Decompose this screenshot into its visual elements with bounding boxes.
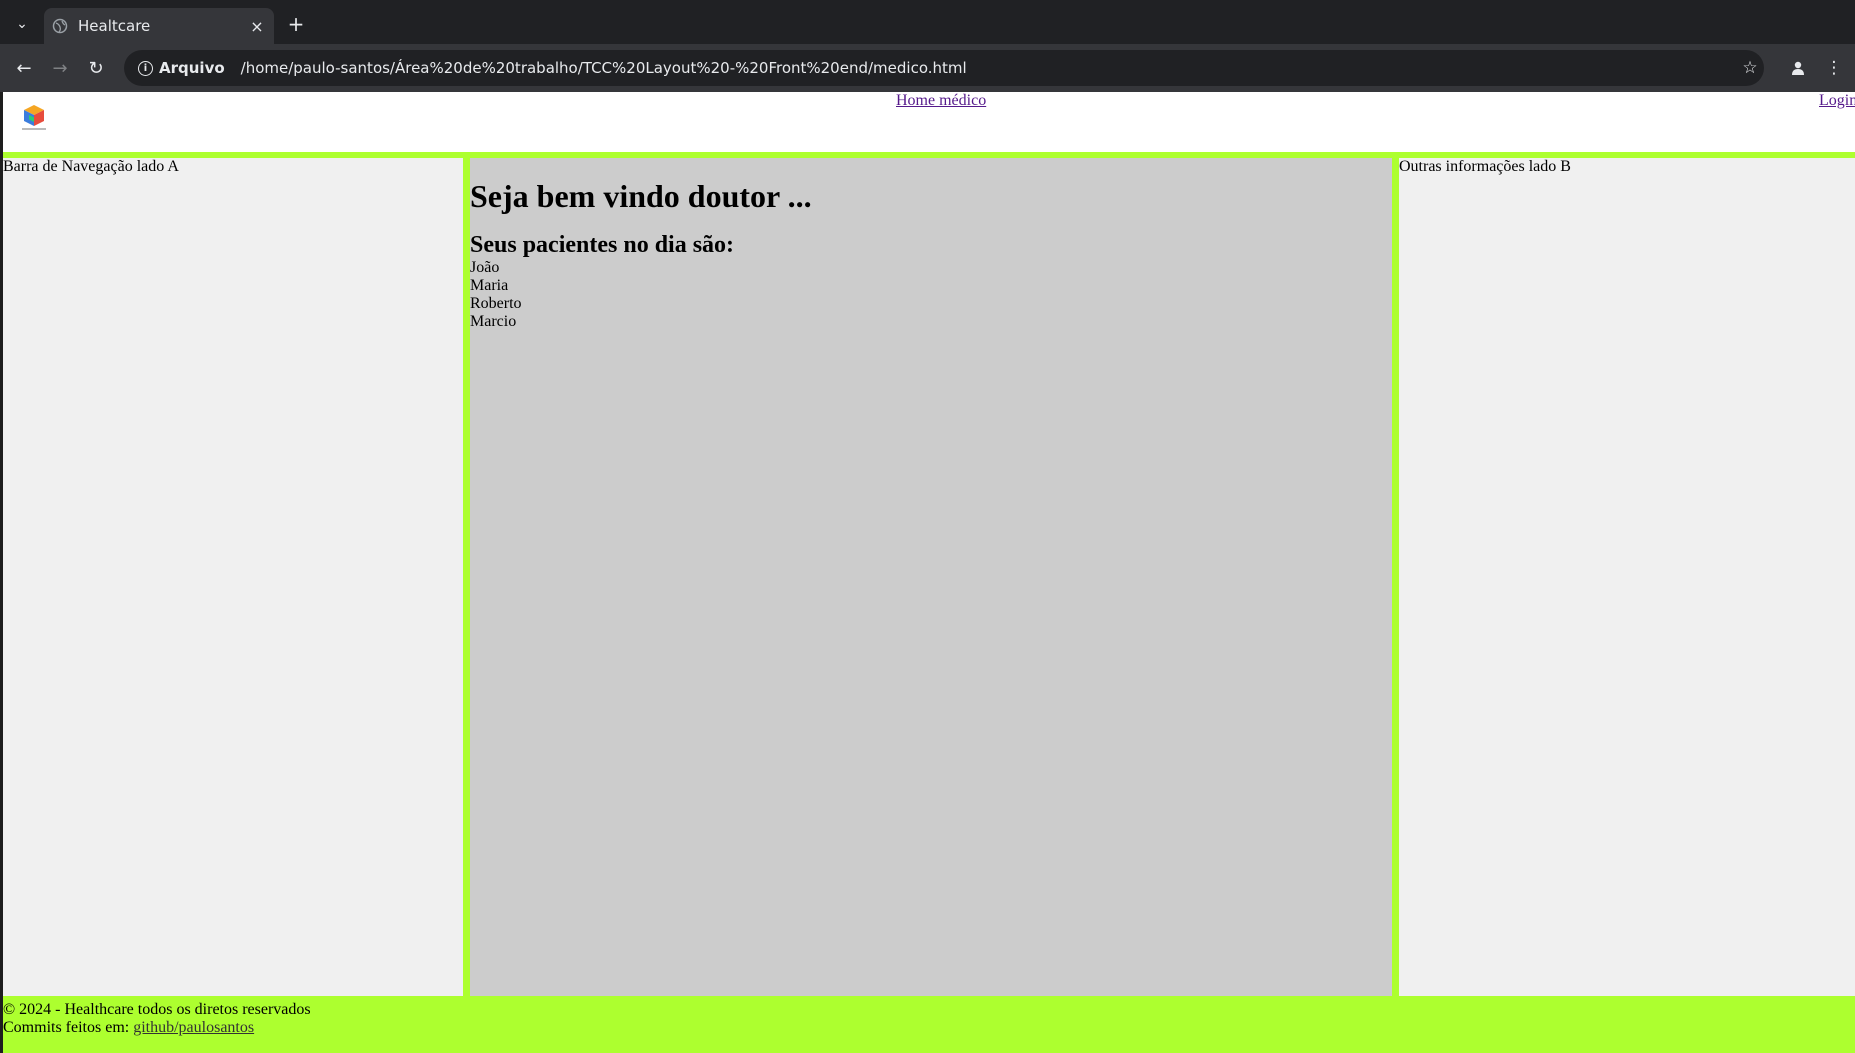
info-icon: i <box>138 60 153 76</box>
tab-title: Healtcare <box>78 17 151 35</box>
patients-list: João Maria Roberto Marcio <box>470 259 1392 331</box>
site-info-chip[interactable]: i Arquivo <box>132 54 231 82</box>
cube-logo-icon <box>22 105 46 130</box>
patients-heading: Seus pacientes no dia são: <box>470 232 735 258</box>
star-icon[interactable]: ☆ <box>1738 56 1762 80</box>
arrow-left-icon[interactable]: ← <box>12 56 36 80</box>
commits-prefix: Commits feitos em: <box>3 1019 130 1036</box>
address-bar[interactable]: i Arquivo /home/paulo-santos/Área%20de%2… <box>124 50 1764 86</box>
copyright-text: © 2024 - Healthcare todos os diretos res… <box>3 1001 311 1018</box>
sidebar-a-label: Barra de Navegação lado A <box>3 158 179 175</box>
reload-icon[interactable]: ↻ <box>84 56 108 80</box>
browser-tab[interactable]: Healtcare × <box>44 8 274 44</box>
profile-avatar <box>1792 61 1804 75</box>
patient-item: Marcio <box>470 313 517 330</box>
new-tab-button[interactable]: + <box>284 12 308 36</box>
person-icon[interactable] <box>1786 56 1810 80</box>
url-text[interactable]: /home/paulo-santos/Área%20de%20trabalho/… <box>241 59 967 77</box>
main-content: Seja bem vindo doutor ... Seus pacientes… <box>470 158 1392 996</box>
page-footer: © 2024 - Healthcare todos os diretos res… <box>3 1001 1855 1053</box>
close-icon[interactable]: × <box>246 17 268 36</box>
arrow-right-icon[interactable]: → <box>48 56 72 80</box>
patient-item: Maria <box>470 277 509 294</box>
sidebar-a: Barra de Navegação lado A <box>3 158 463 996</box>
commits-line: Commits feitos em: github/paulosantos <box>3 1019 1855 1037</box>
patient-item: João <box>470 259 500 276</box>
page-viewport: Home médico Login Barra de Navegação lad… <box>3 92 1855 1053</box>
nav-home-medico-link[interactable]: Home médico <box>896 92 986 110</box>
browser-tabstrip: ⌄ Healtcare × + <box>0 0 1855 44</box>
nav-login-link[interactable]: Login <box>1819 92 1855 110</box>
github-link[interactable]: github/paulosantos <box>133 1019 254 1036</box>
sidebar-b: Outras informações lado B <box>1399 158 1855 996</box>
patient-item: Roberto <box>470 295 522 312</box>
sidebar-b-label: Outras informações lado B <box>1399 158 1571 175</box>
browser-toolbar: ← → ↻ i Arquivo /home/paulo-santos/Área%… <box>0 44 1855 92</box>
globe-icon <box>52 18 68 34</box>
kebab-menu-icon[interactable]: ⋮ <box>1822 56 1846 80</box>
site-chip-label: Arquivo <box>159 59 225 77</box>
chevron-down-icon[interactable]: ⌄ <box>8 12 36 36</box>
page-header: Home médico Login <box>3 92 1855 152</box>
welcome-heading: Seja bem vindo doutor ... <box>470 178 812 214</box>
